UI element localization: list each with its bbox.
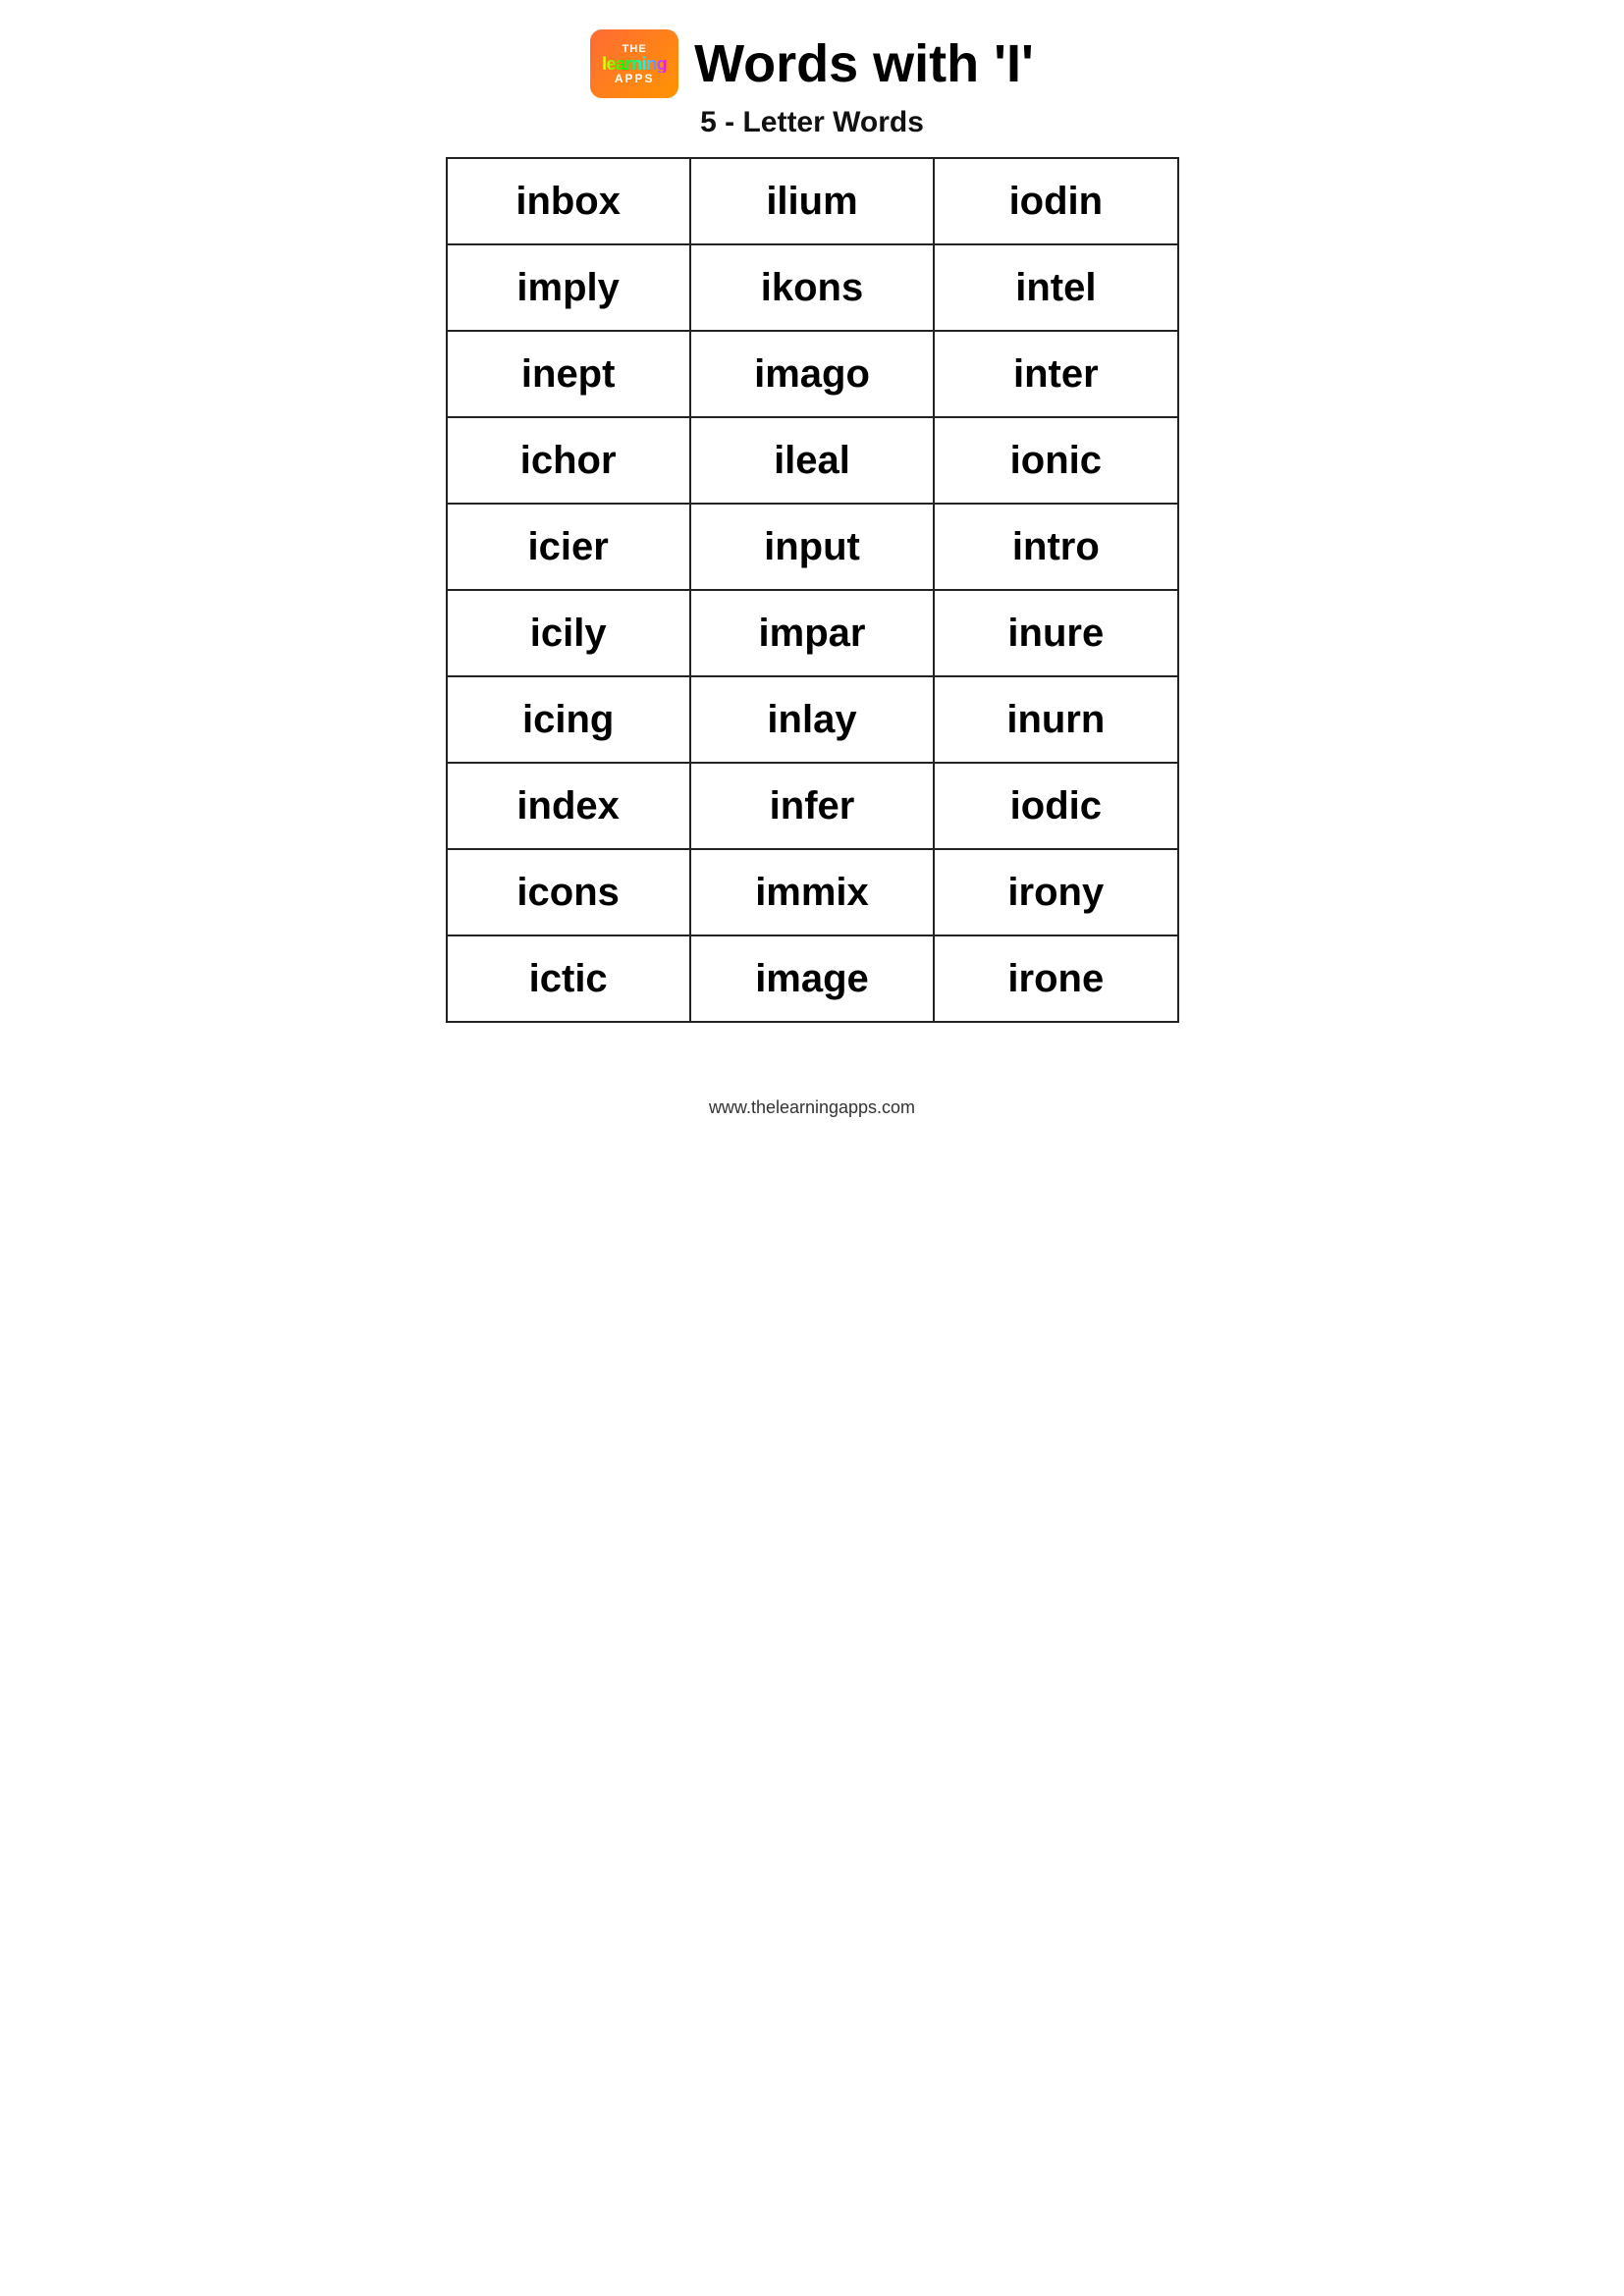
table-row: icilyimparinure: [447, 590, 1178, 676]
table-row: indexinferiodic: [447, 763, 1178, 849]
word-cell: inept: [447, 331, 690, 417]
word-cell: imago: [690, 331, 934, 417]
word-cell: ictic: [447, 935, 690, 1022]
word-cell: iodic: [934, 763, 1177, 849]
word-cell: icily: [447, 590, 690, 676]
word-cell: immix: [690, 849, 934, 935]
word-cell: ikons: [690, 244, 934, 331]
table-row: icierinputintro: [447, 504, 1178, 590]
word-cell: inlay: [690, 676, 934, 763]
word-cell: icons: [447, 849, 690, 935]
logo-learning: learning: [602, 55, 667, 73]
table-row: implyikonsintel: [447, 244, 1178, 331]
subtitle: 5 - Letter Words: [700, 106, 924, 139]
table-row: icinginlayinurn: [447, 676, 1178, 763]
word-cell: ilium: [690, 158, 934, 244]
word-cell: infer: [690, 763, 934, 849]
word-cell: index: [447, 763, 690, 849]
word-cell: image: [690, 935, 934, 1022]
word-table: inboxiliumiodinimplyikonsintelineptimago…: [446, 157, 1179, 1023]
footer-url: www.thelearningapps.com: [709, 1088, 915, 1118]
word-cell: icing: [447, 676, 690, 763]
word-cell: irone: [934, 935, 1177, 1022]
word-cell: icier: [447, 504, 690, 590]
word-cell: ionic: [934, 417, 1177, 504]
table-row: iconsimmixirony: [447, 849, 1178, 935]
word-cell: inbox: [447, 158, 690, 244]
word-cell: inure: [934, 590, 1177, 676]
logo: THE learning APPS: [590, 29, 678, 98]
table-row: inboxiliumiodin: [447, 158, 1178, 244]
word-cell: intro: [934, 504, 1177, 590]
table-row: ineptimagointer: [447, 331, 1178, 417]
page: THE learning APPS Words with 'I' 5 - Let…: [406, 0, 1218, 1148]
word-cell: irony: [934, 849, 1177, 935]
word-cell: input: [690, 504, 934, 590]
word-cell: ichor: [447, 417, 690, 504]
word-cell: inter: [934, 331, 1177, 417]
word-cell: inurn: [934, 676, 1177, 763]
logo-the: THE: [623, 44, 647, 55]
word-cell: iodin: [934, 158, 1177, 244]
main-title: Words with 'I': [694, 37, 1034, 90]
word-cell: ileal: [690, 417, 934, 504]
table-row: icticimageirone: [447, 935, 1178, 1022]
logo-apps: APPS: [615, 73, 655, 84]
word-cell: imply: [447, 244, 690, 331]
word-cell: impar: [690, 590, 934, 676]
word-cell: intel: [934, 244, 1177, 331]
header: THE learning APPS Words with 'I' 5 - Let…: [446, 29, 1179, 139]
header-top: THE learning APPS Words with 'I': [590, 29, 1034, 98]
table-row: ichorilealionic: [447, 417, 1178, 504]
